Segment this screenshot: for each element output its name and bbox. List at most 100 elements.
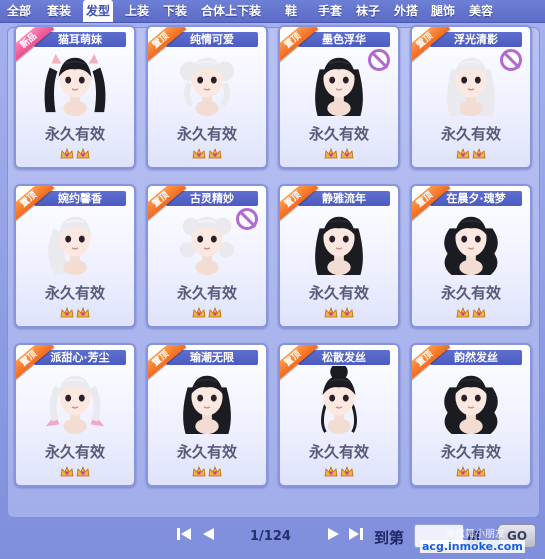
tab-2[interactable]: 发型 — [83, 0, 114, 22]
tab-8[interactable]: 袜子 — [353, 0, 383, 22]
hairstyle-preview-icon — [48, 216, 92, 276]
first-page-icon[interactable] — [176, 526, 192, 542]
crown-icon — [472, 307, 486, 318]
hairstyle-card[interactable]: 墨色浮华 置顶 永久有效 — [278, 25, 400, 169]
next-page-icon[interactable] — [326, 526, 342, 542]
watermark-handle: @炫舞小朋友 — [445, 529, 505, 540]
crown-icon — [208, 466, 222, 477]
tab-5[interactable]: 合体上下装 — [198, 0, 264, 22]
crown-rating — [412, 145, 530, 159]
crown-rating — [148, 463, 266, 477]
validity-label: 永久有效 — [176, 284, 237, 302]
crown-rating — [280, 145, 398, 159]
last-page-icon[interactable] — [348, 526, 364, 542]
hairstyle-image — [299, 48, 379, 118]
crown-icon — [340, 307, 354, 318]
validity-label: 永久有效 — [176, 125, 237, 143]
crown-icon — [76, 466, 90, 477]
hairstyle-preview-icon — [179, 57, 235, 117]
hairstyle-preview-icon — [44, 53, 106, 117]
validity-label: 永久有效 — [44, 443, 105, 461]
crown-icon — [340, 148, 354, 159]
validity-label: 永久有效 — [308, 125, 369, 143]
tab-11[interactable]: 美容 — [466, 0, 496, 22]
hairstyle-image — [431, 207, 511, 277]
item-grid-panel: 猫耳萌妹 新品 永久有效 纯情可爱 置顶 永久有效 墨色浮华 置顶 永久有效 浮光清影 置顶 永久有效… — [7, 25, 540, 518]
hairstyle-card[interactable]: 松散发丝 置顶 永久有效 — [278, 343, 400, 487]
crown-rating — [412, 304, 530, 318]
crown-icon — [472, 148, 486, 159]
hairstyle-image — [299, 207, 379, 277]
hairstyle-image — [167, 366, 247, 436]
crown-icon — [324, 307, 338, 318]
crown-icon — [208, 148, 222, 159]
hairstyle-card[interactable]: 浮光清影 置顶 永久有效 — [410, 25, 532, 169]
tab-9[interactable]: 外搭 — [391, 0, 421, 22]
hairstyle-card[interactable]: 静雅流年 置顶 永久有效 — [278, 184, 400, 328]
hairstyle-preview-icon — [321, 363, 357, 435]
crown-icon — [60, 148, 74, 159]
crown-rating — [280, 463, 398, 477]
crown-icon — [76, 148, 90, 159]
hairstyle-card[interactable]: 韵然发丝 置顶 永久有效 — [410, 343, 532, 487]
crown-rating — [412, 463, 530, 477]
tab-7[interactable]: 手套 — [315, 0, 345, 22]
crown-icon — [76, 307, 90, 318]
tab-1[interactable]: 套装 — [44, 0, 74, 22]
category-tab-bar: 全部 套装 发型 上装 下装 合体上下装鞋手套 袜子 外搭 腿饰 美容 — [0, 0, 545, 23]
tab-10[interactable]: 腿饰 — [428, 0, 458, 22]
hairstyle-image — [167, 48, 247, 118]
validity-label: 永久有效 — [176, 443, 237, 461]
crown-icon — [456, 307, 470, 318]
tab-4[interactable]: 下装 — [160, 0, 190, 22]
tab-0[interactable]: 全部 — [4, 0, 34, 22]
crown-icon — [208, 307, 222, 318]
validity-label: 永久有效 — [440, 443, 501, 461]
hairstyle-image — [431, 366, 511, 436]
forbidden-icon — [368, 49, 390, 71]
hairstyle-card[interactable]: 婉约馨香 置顶 永久有效 — [14, 184, 136, 328]
hairstyle-preview-icon — [45, 375, 105, 435]
hairstyle-preview-icon — [447, 57, 495, 117]
hairstyle-preview-icon — [315, 216, 363, 276]
crown-icon — [324, 148, 338, 159]
hairstyle-preview-icon — [315, 57, 363, 117]
crown-rating — [16, 145, 134, 159]
hairstyle-image — [167, 207, 247, 277]
hairstyle-card[interactable]: 瑜潮无限 置顶 永久有效 — [146, 343, 268, 487]
watermark-site: acg.inmoke.com — [420, 540, 525, 553]
hairstyle-preview-icon — [183, 375, 231, 435]
crown-rating — [16, 304, 134, 318]
tab-6[interactable]: 鞋 — [282, 0, 300, 22]
crown-rating — [16, 463, 134, 477]
crown-rating — [148, 304, 266, 318]
crown-icon — [472, 466, 486, 477]
crown-icon — [192, 307, 206, 318]
crown-icon — [192, 148, 206, 159]
hairstyle-image — [431, 48, 511, 118]
validity-label: 永久有效 — [44, 284, 105, 302]
validity-label: 永久有效 — [440, 284, 501, 302]
forbidden-icon — [236, 208, 258, 230]
forbidden-icon — [500, 49, 522, 71]
crown-rating — [280, 304, 398, 318]
validity-label: 永久有效 — [308, 284, 369, 302]
hairstyle-card[interactable]: 纯情可爱 置顶 永久有效 — [146, 25, 268, 169]
validity-label: 永久有效 — [44, 125, 105, 143]
hairstyle-card[interactable]: 古灵精妙 置顶 永久有效 — [146, 184, 268, 328]
crown-icon — [456, 466, 470, 477]
hairstyle-image — [35, 366, 115, 436]
crown-icon — [60, 307, 74, 318]
hairstyle-card[interactable]: 派甜心·芳尘 置顶 永久有效 — [14, 343, 136, 487]
crown-icon — [192, 466, 206, 477]
hairstyle-image — [35, 207, 115, 277]
crown-icon — [456, 148, 470, 159]
hairstyle-preview-icon — [444, 216, 498, 276]
crown-rating — [148, 145, 266, 159]
hairstyle-card[interactable]: 在晨夕·瑰梦 置顶 永久有效 — [410, 184, 532, 328]
hairstyle-preview-icon — [179, 216, 235, 276]
goto-label: 到第 — [374, 529, 405, 547]
hairstyle-card[interactable]: 猫耳萌妹 新品 永久有效 — [14, 25, 136, 169]
tab-3[interactable]: 上装 — [122, 0, 152, 22]
prev-page-icon[interactable] — [200, 526, 216, 542]
